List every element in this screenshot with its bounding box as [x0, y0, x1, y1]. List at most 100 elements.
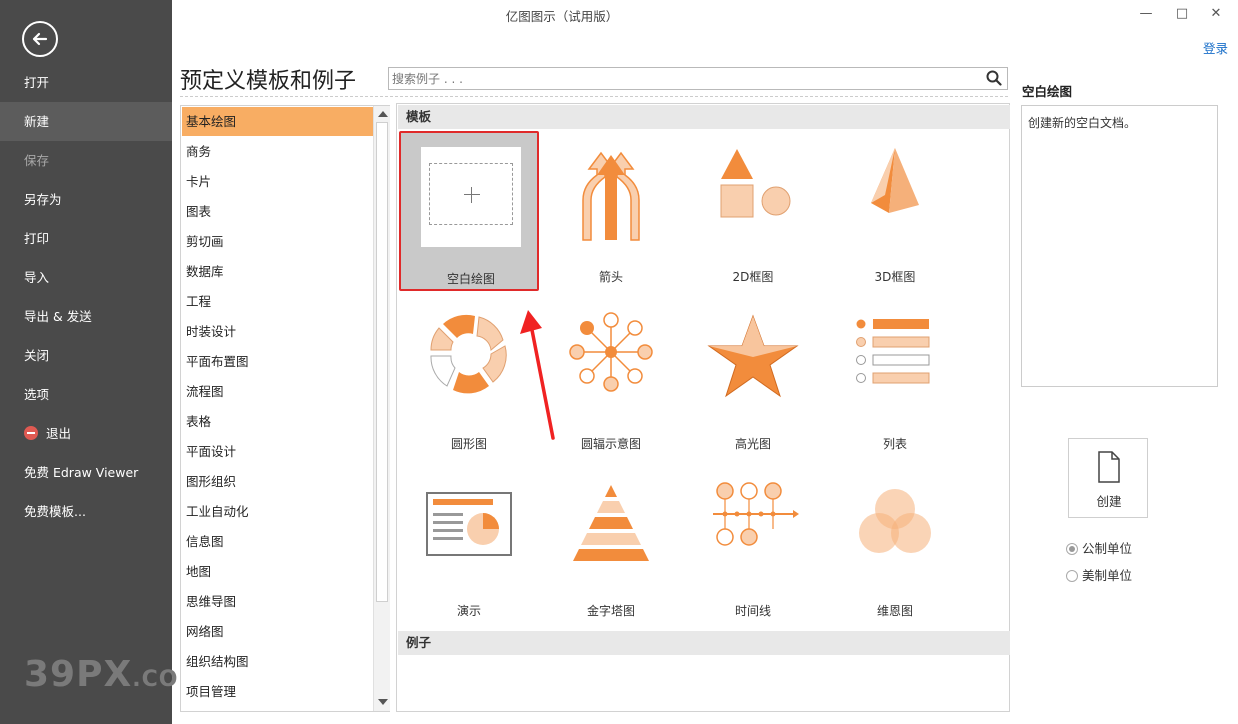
category-floor-plan[interactable]: 平面布置图	[182, 347, 373, 376]
template-label: 空白绘图	[446, 272, 495, 286]
scroll-thumb[interactable]	[376, 122, 388, 602]
templates-section-header: 模板	[398, 105, 1010, 129]
category-infographic[interactable]: 信息图	[182, 527, 373, 556]
menu-save-as[interactable]: 另存为	[0, 180, 172, 219]
metric-units-option[interactable]: 公制单位	[1066, 538, 1132, 557]
minimize-button[interactable]: —	[1134, 4, 1158, 24]
category-database[interactable]: 数据库	[182, 257, 373, 286]
maximize-button[interactable]: □	[1170, 4, 1194, 24]
radial-diagram-icon	[569, 312, 653, 392]
exit-icon	[24, 426, 38, 440]
template-highlight[interactable]: 高光图	[683, 298, 823, 458]
search-input[interactable]	[389, 68, 979, 89]
watermark-text: 39PX	[24, 654, 133, 695]
template-venn[interactable]: 维恩图	[825, 465, 965, 625]
us-units-option[interactable]: 美制单位	[1066, 565, 1132, 584]
menu-export-send[interactable]: 导出 & 发送	[0, 297, 172, 336]
venn-icon	[859, 489, 931, 553]
template-label: 维恩图	[876, 604, 913, 618]
menu-exit[interactable]: 退出	[0, 414, 172, 453]
metric-units-label: 公制单位	[1082, 541, 1133, 556]
back-button[interactable]	[22, 21, 58, 57]
highlight-star-icon	[707, 314, 799, 398]
category-network[interactable]: 网络图	[182, 617, 373, 646]
menu-free-templates[interactable]: 免费模板...	[0, 492, 172, 531]
create-button-label: 创建	[1096, 494, 1122, 509]
menu-close[interactable]: 关闭	[0, 336, 172, 375]
template-blank-drawing[interactable]: 空白绘图	[399, 131, 539, 291]
page-title: 预定义模板和例子	[180, 69, 357, 94]
watermark: 39PX.COM	[24, 654, 201, 695]
close-button[interactable]: ✕	[1204, 4, 1228, 24]
scroll-down-arrow-icon[interactable]	[378, 699, 388, 705]
backstage-sidebar: 打开 新建 保存 另存为 打印 导入 导出 & 发送 关闭 选项 退出 免费 E…	[0, 0, 200, 724]
annotation-arrow-icon	[520, 310, 555, 440]
search-icon[interactable]	[986, 70, 1002, 86]
template-label: 圆辐示意图	[580, 437, 641, 451]
category-scrollbar[interactable]	[373, 106, 390, 711]
category-project-management[interactable]: 项目管理	[182, 677, 373, 706]
3d-pyramid-icon	[871, 148, 919, 213]
window-title: 亿图图示（试用版）	[505, 9, 619, 24]
category-basic-drawing[interactable]: 基本绘图	[182, 107, 373, 136]
template-gallery: 模板 空白绘图 箭头 2D框图 3D框图 圆形图 圆辐示意图 高光图 列表 演示…	[396, 103, 1010, 712]
template-2d-shapes[interactable]: 2D框图	[683, 131, 823, 291]
template-arrows[interactable]: 箭头	[541, 131, 681, 291]
category-engineering[interactable]: 工程	[182, 287, 373, 316]
login-link[interactable]: 登录	[1203, 38, 1228, 57]
template-label: 箭头	[598, 270, 623, 284]
create-button[interactable]: 创建	[1068, 438, 1148, 518]
menu-import[interactable]: 导入	[0, 258, 172, 297]
radio-checked-icon[interactable]	[1066, 543, 1078, 555]
divider	[180, 96, 1008, 97]
template-label: 演示	[456, 604, 481, 618]
template-pyramid[interactable]: 金字塔图	[541, 465, 681, 625]
search-box	[388, 67, 1008, 90]
us-units-label: 美制单位	[1082, 568, 1133, 583]
template-radial-diagram[interactable]: 圆辐示意图	[541, 298, 681, 458]
menu-options[interactable]: 选项	[0, 375, 172, 414]
template-label: 2D框图	[732, 270, 774, 284]
category-flowchart[interactable]: 流程图	[182, 377, 373, 406]
menu-free-viewer[interactable]: 免费 Edraw Viewer	[0, 453, 172, 492]
circle-chart-icon	[430, 314, 507, 394]
category-fashion[interactable]: 时装设计	[182, 317, 373, 346]
template-timeline[interactable]: 时间线	[683, 465, 823, 625]
menu-open[interactable]: 打开	[0, 63, 172, 102]
title-bar: 亿图图示（试用版）	[172, 0, 1238, 34]
category-graphic-organizer[interactable]: 图形组织	[182, 467, 373, 496]
examples-section-header: 例子	[398, 631, 1010, 655]
category-industrial-automation[interactable]: 工业自动化	[182, 497, 373, 526]
presentation-icon	[426, 492, 512, 556]
menu-print[interactable]: 打印	[0, 219, 172, 258]
category-list: 基本绘图 商务 卡片 图表 剪切画 数据库 工程 时装设计 平面布置图 流程图 …	[180, 105, 390, 712]
template-label: 列表	[882, 437, 907, 451]
category-clipart[interactable]: 剪切画	[182, 227, 373, 256]
category-mind-map[interactable]: 思维导图	[182, 587, 373, 616]
timeline-icon	[713, 482, 799, 546]
arrows-icon	[582, 151, 640, 241]
template-label: 高光图	[734, 437, 771, 451]
category-org-chart[interactable]: 组织结构图	[182, 647, 373, 676]
category-cards[interactable]: 卡片	[182, 167, 373, 196]
details-title: 空白绘图	[1022, 84, 1073, 99]
blank-drawing-icon	[421, 147, 521, 247]
template-label: 时间线	[734, 604, 771, 618]
template-presentation[interactable]: 演示	[399, 465, 539, 625]
2d-shapes-icon	[720, 149, 791, 218]
menu-new[interactable]: 新建	[0, 102, 172, 141]
scroll-up-arrow-icon[interactable]	[378, 111, 388, 117]
template-list[interactable]: 列表	[825, 298, 965, 458]
category-table[interactable]: 表格	[182, 407, 373, 436]
category-business[interactable]: 商务	[182, 137, 373, 166]
category-graphic-design[interactable]: 平面设计	[182, 437, 373, 466]
back-arrow-icon	[32, 32, 48, 46]
template-label: 金字塔图	[586, 604, 635, 618]
category-map[interactable]: 地图	[182, 557, 373, 586]
radio-unchecked-icon[interactable]	[1066, 570, 1078, 582]
template-3d-shapes[interactable]: 3D框图	[825, 131, 965, 291]
list-icon	[856, 319, 930, 384]
menu-exit-label: 退出	[46, 426, 72, 441]
category-charts[interactable]: 图表	[182, 197, 373, 226]
menu-save[interactable]: 保存	[0, 141, 172, 180]
